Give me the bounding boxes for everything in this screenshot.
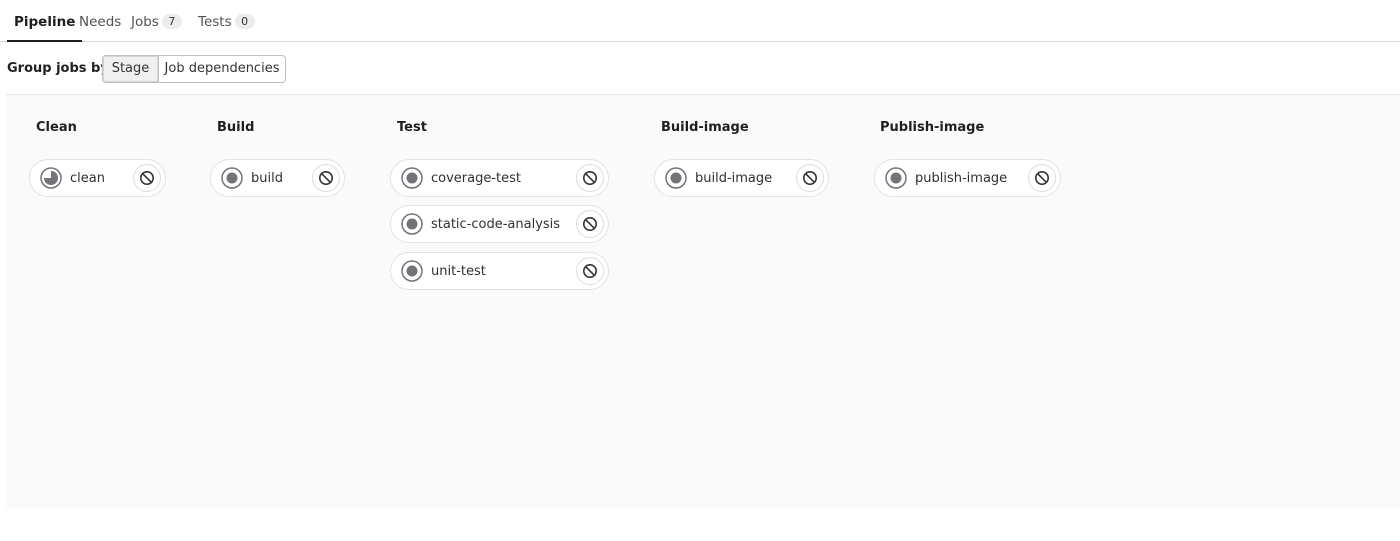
pipeline-graph [6,94,1400,508]
cancel-icon [319,171,333,185]
stage-title-build-image: Build-image [661,120,749,135]
running-icon [40,167,62,189]
job-name-unit-test: unit-test [431,264,486,279]
cancel-icon [803,171,817,185]
tab-needs[interactable]: Needs [79,0,121,42]
cancel-icon [583,171,597,185]
tab-pipeline-label: Pipeline [14,14,76,30]
tab-jobs[interactable]: Jobs 7 [131,0,182,42]
tab-needs-label: Needs [79,14,122,30]
cancel-job-publish-image-button[interactable] [1028,164,1056,192]
job-build-image[interactable]: build-image [654,159,829,197]
cancel-job-build-image-button[interactable] [796,164,824,192]
stage-title-publish-image: Publish-image [880,120,985,135]
group-jobs-by-label: Group jobs by [7,61,109,76]
pending-icon [885,167,907,189]
job-static-code-analysis[interactable]: static-code-analysis [390,205,609,243]
cancel-icon [1035,171,1049,185]
cancel-icon [140,171,154,185]
pending-icon [401,213,423,235]
tab-tests[interactable]: Tests 0 [198,0,255,42]
stage-title-test: Test [397,120,427,135]
pending-icon [665,167,687,189]
job-unit-test[interactable]: unit-test [390,252,609,290]
job-name-static-code-analysis: static-code-analysis [431,217,561,232]
tab-pipeline[interactable]: Pipeline [7,0,83,42]
job-name-publish-image: publish-image [915,171,1008,186]
tab-tests-label: Tests [198,14,232,30]
cancel-job-coverage-test-button[interactable] [576,164,604,192]
cancel-job-unit-test-button[interactable] [576,257,604,285]
cancel-job-build-button[interactable] [312,164,340,192]
jobs-count-badge: 7 [161,14,182,29]
job-build[interactable]: build [210,159,345,197]
job-clean[interactable]: clean [29,159,166,197]
group-by-job-dependencies-button[interactable]: Job dependencies [158,55,286,83]
job-name-build: build [251,171,283,186]
job-coverage-test[interactable]: coverage-test [390,159,609,197]
pending-icon [401,260,423,282]
stage-title-clean: Clean [36,120,77,135]
job-name-clean: clean [70,171,105,186]
pipeline-tabs: Pipeline Needs Jobs 7 Tests 0 [0,0,1400,42]
pending-icon [221,167,243,189]
cancel-job-clean-button[interactable] [133,164,161,192]
stage-title-build: Build [217,120,255,135]
cancel-job-static-code-analysis-button[interactable] [576,210,604,238]
group-by-stage-button[interactable]: Stage [102,55,159,83]
cancel-icon [583,217,597,231]
job-name-coverage-test: coverage-test [431,171,522,186]
cancel-icon [583,264,597,278]
tab-jobs-label: Jobs [131,14,159,30]
job-name-build-image: build-image [695,171,773,186]
pending-icon [401,167,423,189]
job-publish-image[interactable]: publish-image [874,159,1061,197]
tests-count-badge: 0 [234,14,255,29]
